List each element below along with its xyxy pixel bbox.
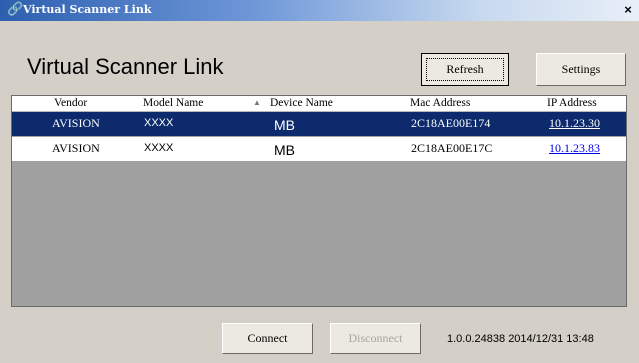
disconnect-button: Disconnect: [330, 323, 421, 354]
sort-ascending-icon: ▲: [253, 98, 261, 107]
connect-button[interactable]: Connect: [222, 323, 313, 354]
version-text: 1.0.0.24838: [447, 333, 506, 345]
table-header: Vendor Model Name ▲ Device Name Mac Addr…: [12, 96, 626, 112]
status-bar: 1.0.0.24838 2014/12/31 13:48: [447, 332, 594, 346]
ip-link[interactable]: 10.1.23.30: [549, 112, 600, 136]
refresh-button[interactable]: Refresh: [421, 53, 509, 86]
disconnect-button-label: Disconnect: [348, 331, 403, 345]
table-row[interactable]: AVISION XXXX MB 2C18AE00E17C 10.1.23.83: [12, 137, 626, 161]
close-icon[interactable]: ×: [621, 3, 635, 17]
column-header-vendor[interactable]: Vendor: [54, 96, 87, 111]
device-cell: MB: [274, 142, 295, 158]
settings-button[interactable]: Settings: [536, 53, 626, 86]
window-title: Virtual Scanner Link: [23, 3, 152, 16]
column-header-model-name[interactable]: Model Name: [143, 96, 203, 111]
column-header-ip-address[interactable]: IP Address: [547, 96, 597, 111]
model-cell: XXXX: [144, 142, 174, 154]
connect-button-label: Connect: [247, 331, 288, 345]
vendor-cell: AVISION: [52, 141, 100, 155]
page-title: Virtual Scanner Link: [27, 54, 224, 79]
device-cell: MB: [274, 117, 295, 133]
column-header-mac-address[interactable]: Mac Address: [410, 96, 470, 111]
focus-rectangle: [426, 58, 504, 81]
column-header-device-name[interactable]: Device Name: [270, 96, 333, 111]
mac-cell: 2C18AE00E17C: [411, 141, 493, 155]
model-cell: XXXX: [144, 117, 174, 129]
table-row[interactable]: AVISION XXXX MB 2C18AE00E174 10.1.23.30: [12, 112, 626, 136]
app-window: 🔗 Virtual Scanner Link × Virtual Scanner…: [0, 0, 639, 363]
settings-button-label: Settings: [561, 62, 601, 76]
vendor-cell: AVISION: [52, 116, 100, 130]
link-icon: 🔗: [7, 2, 24, 17]
title-bar[interactable]: 🔗 Virtual Scanner Link ×: [0, 0, 639, 21]
mac-cell: 2C18AE00E174: [411, 116, 491, 130]
ip-link[interactable]: 10.1.23.83: [549, 137, 600, 161]
datetime-text: 2014/12/31 13:48: [508, 333, 594, 345]
device-table: Vendor Model Name ▲ Device Name Mac Addr…: [11, 95, 627, 307]
